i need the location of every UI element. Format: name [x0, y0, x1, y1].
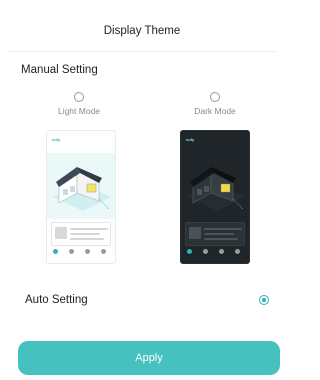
light-preview-card: [51, 222, 111, 246]
dark-preview-card: [185, 222, 245, 246]
pagination-dot-active: [187, 249, 192, 254]
dark-preview-thumb: [189, 227, 201, 239]
dark-mode-preview[interactable]: eufy: [180, 130, 250, 264]
dark-mode-radio[interactable]: [210, 92, 220, 102]
dark-preview-logo: eufy: [186, 137, 195, 142]
display-theme-screen: Display Theme Manual Setting Light Mode …: [0, 0, 284, 380]
light-preview-pagination: [53, 249, 106, 254]
pagination-dot-active: [53, 249, 58, 254]
light-mode-label: Light Mode: [57, 106, 101, 116]
house-illustration-dark-icon: [181, 153, 249, 219]
pagination-dot: [203, 249, 208, 254]
light-preview-line: [70, 238, 104, 240]
page-title: Display Theme: [103, 24, 181, 37]
light-mode-option[interactable]: Light Mode: [24, 92, 134, 116]
manual-setting-title: Manual Setting: [21, 64, 98, 76]
light-preview-line: [70, 233, 100, 235]
dark-preview-line: [204, 233, 234, 235]
auto-setting-label: Auto Setting: [25, 294, 88, 306]
light-mode-radio[interactable]: [74, 92, 84, 102]
pagination-dot: [219, 249, 224, 254]
dark-mode-label: Dark Mode: [194, 106, 236, 116]
pagination-dot: [85, 249, 90, 254]
dark-mode-option[interactable]: Dark Mode: [160, 92, 270, 116]
light-mode-preview[interactable]: eufy: [46, 130, 116, 264]
pagination-dot: [101, 249, 106, 254]
dark-preview-line: [204, 228, 242, 230]
house-illustration-icon: [47, 153, 115, 219]
header: Display Theme: [8, 10, 276, 52]
light-preview-logo: eufy: [52, 137, 61, 142]
light-preview-line: [70, 228, 108, 230]
pagination-dot: [69, 249, 74, 254]
auto-setting-radio[interactable]: [259, 295, 269, 305]
apply-button[interactable]: Apply: [18, 341, 280, 375]
dark-preview-line: [204, 238, 238, 240]
auto-setting-row[interactable]: Auto Setting: [25, 289, 269, 311]
dark-preview-pagination: [187, 249, 240, 254]
pagination-dot: [235, 249, 240, 254]
light-preview-thumb: [55, 227, 67, 239]
